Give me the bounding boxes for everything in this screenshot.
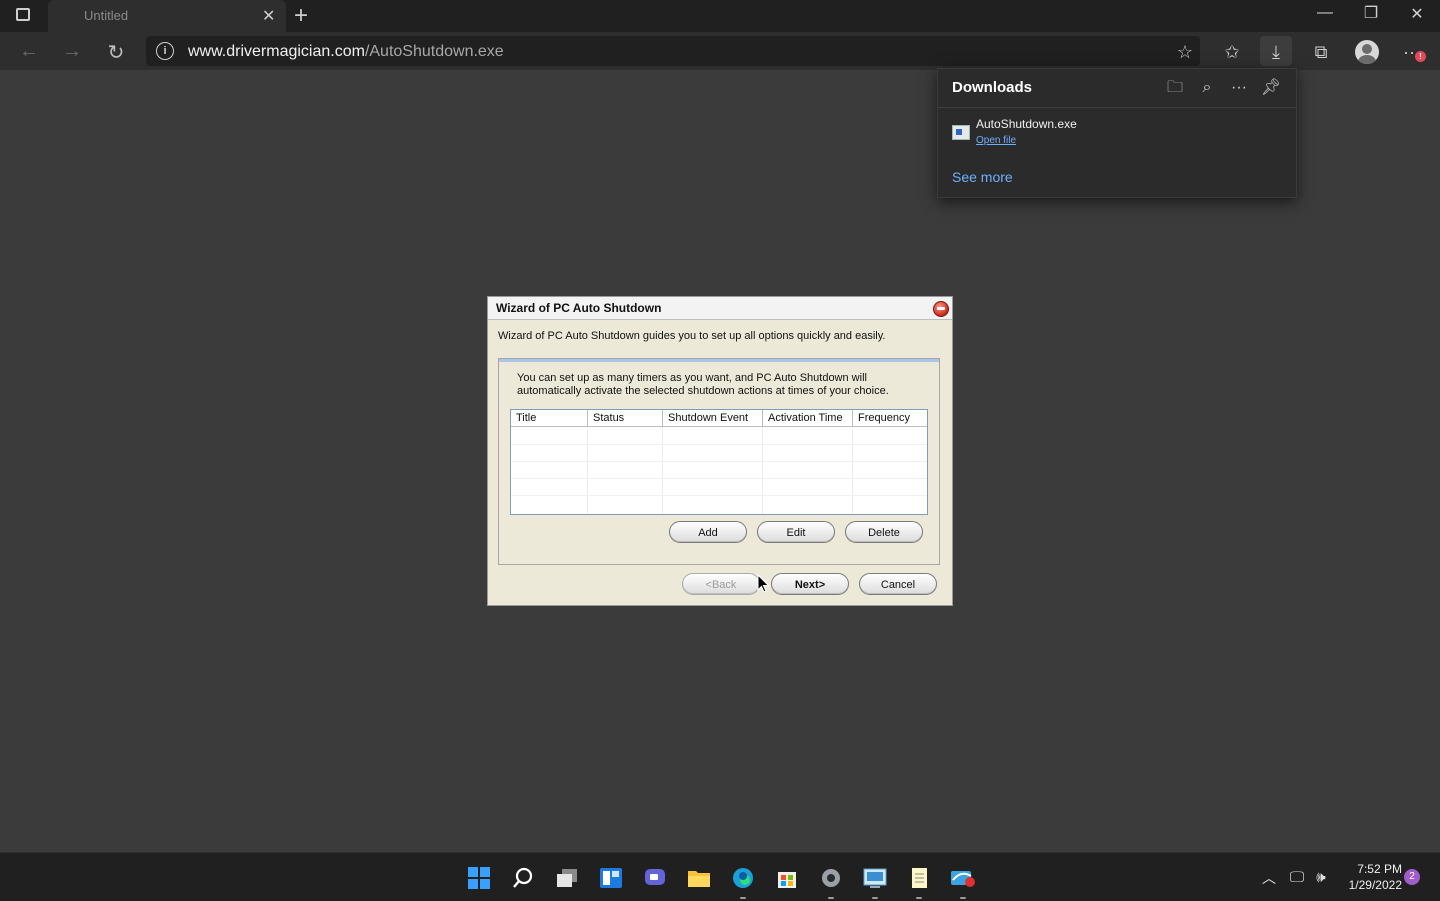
tab-title: Untitled	[84, 8, 129, 23]
running-indicator	[916, 897, 922, 899]
clock-date: 1/29/2022	[1348, 878, 1402, 892]
url-path: /AutoShutdown.exe	[364, 43, 504, 60]
widgets-icon[interactable]	[598, 865, 624, 891]
running-indicator	[872, 897, 878, 899]
clock-time: 7:52 PM	[1357, 862, 1402, 876]
column-header-shutdown-event[interactable]: Shutdown Event	[663, 410, 763, 427]
tab-strip: Untitled ✕ + — ❐ ✕	[0, 0, 1440, 32]
task-view-icon[interactable]	[554, 865, 580, 891]
timers-group: You can set up as many timers as you wan…	[498, 358, 940, 565]
open-file-link[interactable]: Open file	[976, 135, 1016, 146]
grid-line	[511, 495, 927, 496]
grid-line	[762, 427, 763, 514]
refresh-icon[interactable]: ↻	[101, 40, 131, 65]
network-icon[interactable]: 🖵︎	[1284, 865, 1310, 891]
see-more-link[interactable]: See more	[952, 169, 1013, 185]
url-domain: www.drivermagician.com	[188, 43, 365, 60]
mouse-cursor-icon	[757, 574, 770, 593]
exe-file-icon	[952, 125, 970, 140]
tab-actions-icon[interactable]	[16, 8, 30, 21]
download-item-name[interactable]: AutoShutdown.exe	[976, 117, 1077, 131]
restore-icon[interactable]: ❐	[1348, 3, 1394, 23]
column-header-frequency[interactable]: Frequency	[853, 410, 927, 427]
notepad-icon[interactable]	[906, 865, 932, 891]
back-arrow-icon[interactable]: ←	[14, 40, 44, 63]
chevron-up-icon[interactable]: ︿	[1256, 865, 1282, 891]
cancel-button[interactable]: Cancel	[859, 573, 937, 595]
volume-icon[interactable]: 🕪︎	[1308, 865, 1334, 891]
dialog-intro: Wizard of PC Auto Shutdown guides you to…	[498, 330, 886, 342]
folder-icon[interactable]: 🗀	[1164, 77, 1186, 99]
delete-button[interactable]: Delete	[845, 521, 923, 543]
dialog-titlebar[interactable]: Wizard of PC Auto Shutdown	[488, 297, 952, 320]
clock[interactable]: 7:52 PM 1/29/2022	[1342, 861, 1402, 893]
info-icon[interactable]: i	[156, 42, 174, 60]
running-indicator	[960, 897, 966, 899]
dialog-title: Wizard of PC Auto Shutdown	[496, 301, 662, 315]
add-button[interactable]: Add	[669, 521, 747, 543]
running-indicator	[740, 897, 746, 899]
favorites-icon[interactable]: ✩	[1220, 40, 1244, 64]
grid-line	[511, 478, 927, 479]
new-tab-icon[interactable]: +	[294, 2, 308, 30]
search-icon[interactable]: ⌕	[1196, 77, 1218, 99]
minimize-icon[interactable]: —	[1302, 4, 1348, 22]
grid-line	[587, 427, 588, 514]
column-header-title[interactable]: Title	[511, 410, 588, 427]
divider	[938, 107, 1296, 108]
chat-icon[interactable]	[642, 865, 668, 891]
column-header-activation-time[interactable]: Activation Time	[763, 410, 853, 427]
pin-icon[interactable]: 📌︎	[1260, 77, 1282, 99]
control-panel-icon[interactable]	[862, 865, 888, 891]
group-header-line	[499, 359, 939, 362]
running-indicator	[828, 897, 834, 899]
search-icon[interactable]	[510, 865, 536, 891]
back-button[interactable]: <Back	[682, 573, 760, 595]
close-window-icon[interactable]: ✕	[1394, 4, 1440, 24]
next-button[interactable]: Next>	[771, 573, 849, 595]
store-icon[interactable]	[774, 865, 800, 891]
taskbar: ︿ 🖵︎ 🕪︎ 7:52 PM 1/29/2022 2	[0, 852, 1440, 901]
timers-list[interactable]: Title Status Shutdown Event Activation T…	[510, 409, 928, 515]
grid-line	[662, 427, 663, 514]
tab-untitled[interactable]: Untitled ✕	[48, 0, 286, 32]
close-icon[interactable]	[933, 301, 949, 317]
download-icon[interactable]: ⤓	[1264, 40, 1288, 64]
url-text[interactable]: www.drivermagician.com/AutoShutdown.exe	[188, 43, 504, 61]
grid-line	[852, 427, 853, 514]
column-header-status[interactable]: Status	[588, 410, 663, 427]
grid-line	[511, 461, 927, 462]
menu-badge: !	[1415, 51, 1426, 62]
forward-arrow-icon[interactable]: →	[57, 40, 87, 63]
wizard-dialog: Wizard of PC Auto Shutdown Wizard of PC …	[487, 296, 953, 606]
edit-button[interactable]: Edit	[757, 521, 835, 543]
star-add-icon[interactable]: ☆	[1173, 40, 1197, 64]
avatar-icon[interactable]	[1355, 40, 1379, 64]
settings-icon[interactable]	[818, 865, 844, 891]
autoshutdown-icon[interactable]	[950, 865, 976, 891]
grid-line	[511, 444, 927, 445]
file-explorer-icon[interactable]	[686, 865, 712, 891]
start-icon[interactable]	[466, 865, 492, 891]
more-options-icon[interactable]: ···	[1228, 77, 1250, 99]
close-tab-icon[interactable]: ✕	[262, 6, 275, 26]
group-description: You can set up as many timers as you wan…	[517, 372, 889, 397]
edge-icon[interactable]	[730, 865, 756, 891]
collections-icon[interactable]: ⧉	[1309, 40, 1333, 64]
downloads-panel: Downloads 🗀 ⌕ ··· 📌︎ AutoShutdown.exe Op…	[937, 68, 1297, 198]
notification-badge[interactable]: 2	[1404, 869, 1420, 885]
downloads-title: Downloads	[952, 79, 1033, 96]
